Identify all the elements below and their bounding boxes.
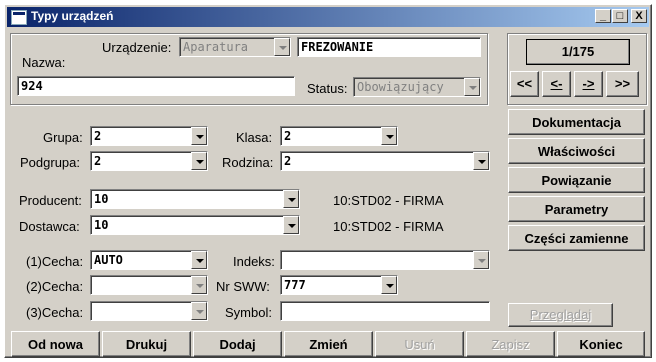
powiazanie-button[interactable]: Powiązanie xyxy=(508,167,645,193)
nazwa-field[interactable]: 924 xyxy=(17,76,295,96)
czesci-zamienne-button[interactable]: Części zamienne xyxy=(508,225,645,251)
zapisz-button[interactable]: Zapisz xyxy=(466,331,555,357)
window-title: Typy urządzeń xyxy=(31,9,114,23)
producent-description: 10:STD02 - FIRMA xyxy=(333,193,444,208)
status-value: Obowiązujący xyxy=(357,80,444,94)
klasa-value: 2 xyxy=(284,129,292,143)
indeks-combo[interactable] xyxy=(280,250,490,270)
next-record-button[interactable]: -> xyxy=(574,71,603,97)
indeks-label: Indeks: xyxy=(233,254,275,269)
cecha3-combo[interactable] xyxy=(90,301,208,321)
zmien-button[interactable]: Zmień xyxy=(284,331,373,357)
chevron-down-icon[interactable] xyxy=(464,78,480,96)
chevron-down-icon[interactable] xyxy=(191,276,207,294)
status-combo[interactable]: Obowiązujący xyxy=(353,77,481,97)
podgrupa-label: Podgrupa: xyxy=(20,155,80,170)
grupa-combo[interactable]: 2 xyxy=(90,126,208,146)
cecha1-label: (1)Cecha: xyxy=(26,254,84,269)
urzadzenie-label: Urządzenie: xyxy=(102,40,172,55)
cecha1-combo[interactable]: AUTO xyxy=(90,250,208,270)
urzadzenie-value: Aparatura xyxy=(183,40,249,54)
dostawca-value: 10 xyxy=(94,218,109,232)
chevron-down-icon[interactable] xyxy=(381,276,397,294)
podgrupa-value: 2 xyxy=(94,154,102,168)
chevron-down-icon[interactable] xyxy=(283,190,299,208)
wlasciwosci-button[interactable]: Właściwości xyxy=(508,138,645,164)
chevron-down-icon[interactable] xyxy=(283,216,299,234)
parametry-button[interactable]: Parametry xyxy=(508,196,645,222)
producent-value: 10 xyxy=(94,192,109,206)
dostawca-label: Dostawca: xyxy=(19,219,80,234)
first-record-button[interactable]: << xyxy=(510,71,539,97)
frezowanie-field[interactable]: FREZOWANIE xyxy=(297,37,481,57)
dostawca-description: 10:STD02 - FIRMA xyxy=(333,219,444,234)
prev-record-button[interactable]: <- xyxy=(542,71,571,97)
przegladaj-button[interactable]: Przeglądaj xyxy=(508,303,613,327)
close-button[interactable]: X xyxy=(631,9,647,23)
cecha2-label: (2)Cecha: xyxy=(26,279,84,294)
chevron-down-icon[interactable] xyxy=(191,127,207,145)
usun-button[interactable]: Usuń xyxy=(375,331,464,357)
koniec-button[interactable]: Koniec xyxy=(557,331,645,357)
nrsww-value: 777 xyxy=(284,278,306,292)
nrsww-combo[interactable]: 777 xyxy=(280,275,398,295)
rodzina-combo[interactable]: 2 xyxy=(280,151,490,171)
chevron-down-icon[interactable] xyxy=(191,251,207,269)
cecha3-label: (3)Cecha: xyxy=(26,305,84,320)
chevron-down-icon[interactable] xyxy=(473,251,489,269)
symbol-field[interactable] xyxy=(280,301,490,321)
dostawca-combo[interactable]: 10 xyxy=(90,215,300,235)
maximize-button[interactable]: □ xyxy=(612,9,628,23)
status-label: Status: xyxy=(307,81,348,96)
chevron-down-icon[interactable] xyxy=(473,152,489,170)
grupa-label: Grupa: xyxy=(43,130,83,145)
producent-combo[interactable]: 10 xyxy=(90,189,300,209)
app-icon xyxy=(11,10,27,25)
klasa-combo[interactable]: 2 xyxy=(280,126,398,146)
klasa-label: Klasa: xyxy=(236,130,273,145)
cecha2-combo[interactable] xyxy=(90,275,208,295)
rodzina-value: 2 xyxy=(284,154,292,168)
chevron-down-icon[interactable] xyxy=(191,152,207,170)
rodzina-label: Rodzina: xyxy=(222,155,274,170)
nrsww-label: Nr SWW: xyxy=(216,279,270,294)
cecha1-value: AUTO xyxy=(94,253,123,267)
producent-label: Producent: xyxy=(19,193,82,208)
urzadzenie-combo[interactable]: Aparatura xyxy=(179,37,291,57)
minimize-button[interactable]: _ xyxy=(595,9,611,23)
nazwa-label: Nazwa: xyxy=(22,55,66,70)
chevron-down-icon[interactable] xyxy=(191,302,207,320)
title-bar[interactable]: Typy urządzeń _ □ X xyxy=(7,7,649,27)
dokumentacja-button[interactable]: Dokumentacja xyxy=(508,109,645,135)
drukuj-button[interactable]: Drukuj xyxy=(102,331,191,357)
chevron-down-icon[interactable] xyxy=(274,38,290,56)
chevron-down-icon[interactable] xyxy=(381,127,397,145)
od-nowa-button[interactable]: Od nowa xyxy=(11,331,100,357)
podgrupa-combo[interactable]: 2 xyxy=(90,151,208,171)
record-counter[interactable]: 1/175 xyxy=(526,39,630,65)
grupa-value: 2 xyxy=(94,129,102,143)
symbol-label: Symbol: xyxy=(225,305,272,320)
last-record-button[interactable]: >> xyxy=(606,71,639,97)
dodaj-button[interactable]: Dodaj xyxy=(193,331,282,357)
dialog-window: Typy urządzeń _ □ X Nazwa: 924 Urządzeni… xyxy=(4,4,652,358)
